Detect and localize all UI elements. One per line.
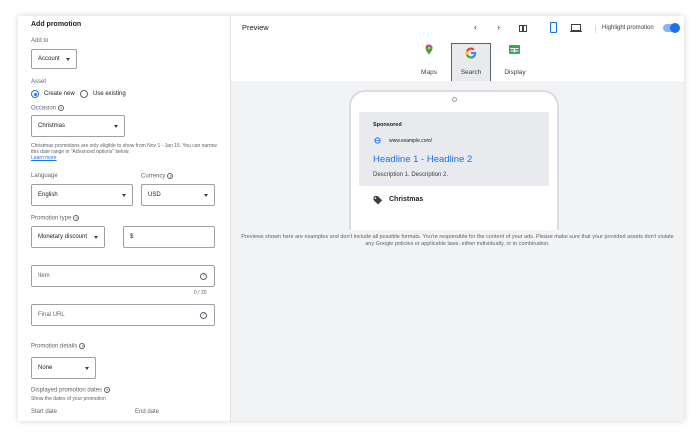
create-new-label: Create new: [44, 91, 75, 97]
maps-pin-icon: [425, 44, 433, 55]
language-value: English: [38, 192, 58, 198]
split-view-icon[interactable]: [519, 25, 527, 32]
displayed-dates-label: Displayed promotion dates?: [31, 387, 111, 394]
promotion-details-select[interactable]: None: [31, 357, 96, 379]
start-date-label: Start date: [31, 409, 58, 415]
desktop-icon[interactable]: [570, 24, 582, 32]
tab-maps[interactable]: Maps: [409, 43, 449, 81]
displayed-dates-sub: Show the dates of your promotion: [31, 396, 106, 402]
promotion-type-label: Promotion type?: [31, 215, 80, 222]
amount-input[interactable]: $: [123, 226, 215, 248]
help-icon[interactable]: ?: [73, 215, 80, 221]
create-new-radio[interactable]: [31, 90, 39, 98]
chevron-down-icon: [122, 194, 126, 197]
ad-description: Description 1. Description 2.: [373, 172, 449, 178]
learn-more-link[interactable]: Learn more: [31, 155, 57, 161]
highlight-promotion-toggle[interactable]: [663, 23, 680, 33]
chevron-down-icon: [204, 194, 208, 197]
currency-select[interactable]: USD: [141, 184, 215, 206]
ad-headline[interactable]: Headline 1 - Headline 2: [373, 154, 472, 165]
promotion-details-label: Promotion details?: [31, 343, 86, 350]
occasion-select[interactable]: Christmas: [31, 115, 125, 137]
help-icon[interactable]: ?: [58, 105, 65, 111]
chevron-down-icon: [66, 58, 70, 61]
phone-camera: [452, 97, 457, 102]
item-placeholder: Item: [38, 273, 50, 279]
preview-panel: Preview ‹ › Highlight promotion Maps Sea…: [231, 16, 684, 421]
tab-search[interactable]: Search: [451, 43, 491, 81]
preview-toolbar: Preview ‹ › Highlight promotion Maps Sea…: [231, 16, 684, 81]
occasion-value: Christmas: [38, 123, 66, 129]
sponsored-label: Sponsored: [373, 122, 402, 128]
tab-display-label: Display: [504, 69, 526, 76]
globe-icon: [373, 136, 382, 145]
occasion-label: Occasion?: [31, 105, 65, 112]
occasion-label-text: Occasion: [31, 105, 57, 112]
mobile-icon[interactable]: [550, 22, 557, 33]
panel-title: Add promotion: [31, 21, 82, 28]
help-icon[interactable]: ?: [104, 387, 111, 393]
add-to-label: Add to: [31, 38, 49, 44]
final-url-placeholder: Final URL: [38, 312, 65, 318]
help-icon[interactable]: ?: [200, 273, 207, 280]
promotion-type-label-text: Promotion type: [31, 215, 72, 222]
occasion-note: Christmas promotions are only eligible t…: [31, 143, 221, 162]
tab-display[interactable]: Display: [495, 43, 535, 81]
promotion-form-panel: Add promotion Add to Account Asset Creat…: [18, 16, 231, 421]
asset-label: Asset: [31, 79, 47, 85]
currency-label: Currency?: [141, 173, 174, 180]
item-input[interactable]: Item ?: [31, 265, 215, 287]
add-to-value: Account: [38, 56, 60, 62]
help-icon[interactable]: ?: [167, 173, 174, 179]
tag-icon: [373, 196, 383, 205]
promotion-type-select[interactable]: Monetary discount: [31, 226, 105, 248]
ad-url: www.example.com/: [389, 138, 433, 144]
language-select[interactable]: English: [31, 184, 133, 206]
chevron-down-icon: [94, 236, 98, 239]
language-label: Language: [31, 173, 58, 179]
add-promotion-dialog: Add promotion Add to Account Asset Creat…: [18, 16, 684, 421]
tab-maps-label: Maps: [421, 69, 437, 76]
promotion-details-label-text: Promotion details: [31, 343, 78, 350]
use-existing-radio[interactable]: [80, 90, 88, 98]
final-url-input[interactable]: Final URL ?: [31, 304, 215, 326]
item-char-counter: 0 / 20: [194, 290, 207, 296]
occasion-note-text: Christmas promotions are only eligible t…: [31, 143, 217, 156]
google-g-icon: [465, 47, 477, 59]
chevron-down-icon: [114, 125, 118, 128]
chevron-left-icon[interactable]: ‹: [474, 22, 477, 32]
highlight-promotion-label: Highlight promotion: [602, 25, 654, 31]
currency-value: USD: [148, 192, 161, 198]
divider: [595, 25, 596, 33]
currency-label-text: Currency: [141, 173, 166, 180]
end-date-label: End date: [135, 409, 160, 415]
add-to-select[interactable]: Account: [31, 49, 77, 69]
tab-search-label: Search: [460, 69, 482, 76]
use-existing-label: Use existing: [93, 91, 126, 97]
preview-title: Preview: [242, 23, 269, 32]
displayed-dates-label-text: Displayed promotion dates: [31, 387, 103, 394]
phone-preview: Sponsored www.example.com/ Headline 1 - …: [349, 90, 559, 230]
promotion-details-value: None: [38, 365, 53, 371]
promotion-text: Christmas: [389, 196, 424, 203]
chevron-down-icon: [85, 367, 89, 370]
promotion-extension: Christmas: [359, 186, 549, 216]
currency-prefix: $: [130, 234, 134, 240]
help-icon[interactable]: ?: [200, 312, 207, 319]
preview-disclaimer: Previews shown here are examples and don…: [241, 234, 674, 247]
chevron-right-icon[interactable]: ›: [497, 22, 500, 32]
promotion-type-value: Monetary discount: [38, 234, 88, 240]
help-icon[interactable]: ?: [79, 343, 86, 349]
display-icon: [509, 45, 520, 54]
